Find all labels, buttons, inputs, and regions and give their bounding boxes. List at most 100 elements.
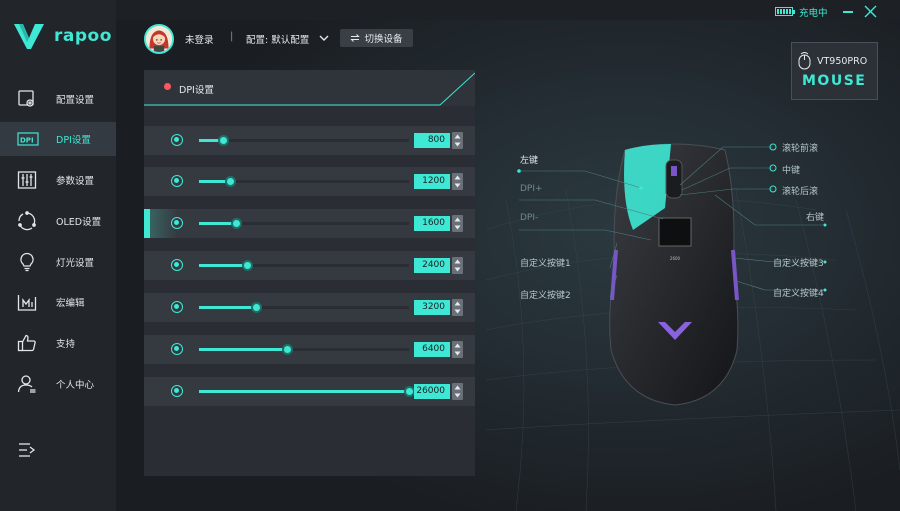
sidebar-item-label: 宏编辑 [56, 298, 85, 309]
dpi-row[interactable]: 6400 [144, 335, 475, 364]
label-custom-button-3[interactable]: 自定义按键3 [773, 256, 824, 269]
config-select[interactable]: 配置: 默认配置 [246, 32, 309, 46]
user-avatar[interactable] [144, 24, 174, 54]
dpi-level-radio[interactable] [171, 343, 183, 355]
arrow-up-icon[interactable] [454, 300, 461, 307]
sidebar: rapoo 配置设置 DPI DPI设置 参数设置 OLED设置 灯光设置 宏编… [0, 0, 116, 511]
mouse-model-text: 2600 [670, 256, 681, 261]
label-middle-button[interactable]: 中键 [782, 163, 800, 176]
sidebar-item-label: 支持 [56, 339, 76, 350]
sidebar-item-label: 参数设置 [56, 176, 95, 187]
macro-icon [17, 295, 37, 311]
sidebar-item-support[interactable]: 支持 [0, 326, 116, 360]
arrow-down-icon[interactable] [454, 350, 461, 357]
dpi-value-input[interactable]: 26000 [414, 384, 450, 399]
dpi-level-radio[interactable] [171, 385, 183, 397]
label-wheel-backward[interactable]: 滚轮后滚 [782, 184, 818, 197]
arrow-up-icon[interactable] [454, 216, 461, 223]
dpi-stepper[interactable] [452, 341, 463, 358]
dpi-stepper[interactable] [452, 257, 463, 274]
dpi-icon: DPI [17, 132, 39, 146]
dpi-slider-track[interactable] [199, 139, 409, 142]
label-custom-button-4[interactable]: 自定义按键4 [773, 286, 824, 299]
thumbs-up-icon [17, 334, 36, 352]
dpi-value-input[interactable]: 1200 [414, 174, 450, 189]
sidebar-item-lighting[interactable]: 灯光设置 [0, 245, 116, 279]
dpi-stepper[interactable] [452, 383, 463, 400]
arrow-down-icon[interactable] [454, 224, 461, 231]
dpi-level-radio[interactable] [171, 134, 183, 146]
sidebar-item-label: OLED设置 [56, 217, 102, 228]
dpi-value-input[interactable]: 1600 [414, 216, 450, 231]
dpi-stepper[interactable] [452, 132, 463, 149]
label-wheel-forward[interactable]: 滚轮前滚 [782, 141, 818, 154]
sidebar-item-profile[interactable]: 个人中心 [0, 367, 116, 401]
lightbulb-icon [20, 252, 34, 272]
config-settings-icon [18, 90, 34, 107]
device-badge[interactable]: VT950PRO MOUSE [791, 42, 878, 100]
dpi-slider-handle[interactable] [251, 302, 262, 313]
label-dpi-plus[interactable]: DPI+ [520, 184, 543, 194]
dpi-value-input[interactable]: 3200 [414, 300, 450, 315]
device-model: VT950PRO [817, 56, 868, 67]
login-status[interactable]: 未登录 [185, 32, 214, 46]
label-right-button[interactable]: 右键 [806, 210, 824, 223]
arrow-up-icon[interactable] [454, 258, 461, 265]
panel-title: DPI设置 [179, 85, 214, 96]
arrow-up-icon[interactable] [454, 174, 461, 181]
dpi-row[interactable]: 2400 [144, 251, 475, 280]
dpi-level-radio[interactable] [171, 175, 183, 187]
dpi-slider-handle[interactable] [218, 135, 229, 146]
dpi-value-input[interactable]: 6400 [414, 342, 450, 357]
dpi-level-radio[interactable] [171, 217, 183, 229]
sidebar-item-config[interactable]: 配置设置 [0, 82, 116, 116]
arrow-up-icon[interactable] [454, 133, 461, 140]
dpi-row[interactable]: 800 [144, 126, 475, 155]
sidebar-item-label: 个人中心 [56, 380, 95, 391]
label-left-button[interactable]: 左键 [520, 153, 538, 166]
dpi-slider-fill [199, 306, 256, 309]
arrow-down-icon[interactable] [454, 182, 461, 189]
sidebar-item-label: 配置设置 [56, 95, 95, 106]
dpi-slider-handle[interactable] [231, 218, 242, 229]
dpi-value-input[interactable]: 800 [414, 133, 450, 148]
dpi-panel: DPI设置 800 1200 1600 2400 3200 6400 26000 [144, 70, 475, 476]
sliders-icon [17, 171, 37, 189]
dpi-level-radio[interactable] [171, 301, 183, 313]
arrow-down-icon[interactable] [454, 141, 461, 148]
device-type: MOUSE [802, 73, 867, 89]
arrow-down-icon[interactable] [454, 308, 461, 315]
sidebar-item-dpi[interactable]: DPI DPI设置 [0, 122, 116, 156]
sidebar-item-macro[interactable]: 宏编辑 [0, 285, 116, 319]
svg-text:DPI: DPI [20, 137, 34, 145]
dpi-stepper[interactable] [452, 299, 463, 316]
dpi-row[interactable]: 1200 [144, 167, 475, 196]
arrow-down-icon[interactable] [454, 266, 461, 273]
avatar-icon [146, 26, 172, 52]
charge-status: 充电中 [799, 8, 828, 19]
dpi-slider-handle[interactable] [282, 344, 293, 355]
dpi-slider-handle[interactable] [242, 260, 253, 271]
rapoo-logo: rapoo [14, 22, 112, 50]
menu-collapse-icon[interactable] [18, 441, 36, 459]
label-custom-button-1[interactable]: 自定义按键1 [520, 256, 571, 269]
dpi-row[interactable]: 26000 [144, 377, 475, 406]
arrow-up-icon[interactable] [454, 384, 461, 391]
dpi-row[interactable]: 1600 [144, 209, 475, 238]
label-dpi-minus[interactable]: DPI- [520, 213, 538, 223]
arrow-up-icon[interactable] [454, 342, 461, 349]
minimize-button[interactable] [843, 11, 853, 13]
sidebar-item-oled[interactable]: OLED设置 [0, 204, 116, 238]
dpi-slider-handle[interactable] [225, 176, 236, 187]
dpi-value-input[interactable]: 2400 [414, 258, 450, 273]
arrow-down-icon[interactable] [454, 392, 461, 399]
chevron-down-icon[interactable] [318, 32, 330, 44]
label-custom-button-2[interactable]: 自定义按键2 [520, 288, 571, 301]
dpi-level-radio[interactable] [171, 259, 183, 271]
dpi-stepper[interactable] [452, 215, 463, 232]
sidebar-item-params[interactable]: 参数设置 [0, 163, 116, 197]
close-icon[interactable] [864, 5, 877, 18]
switch-device-button[interactable]: 切换设备 [340, 29, 413, 47]
dpi-row[interactable]: 3200 [144, 293, 475, 322]
dpi-stepper[interactable] [452, 173, 463, 190]
